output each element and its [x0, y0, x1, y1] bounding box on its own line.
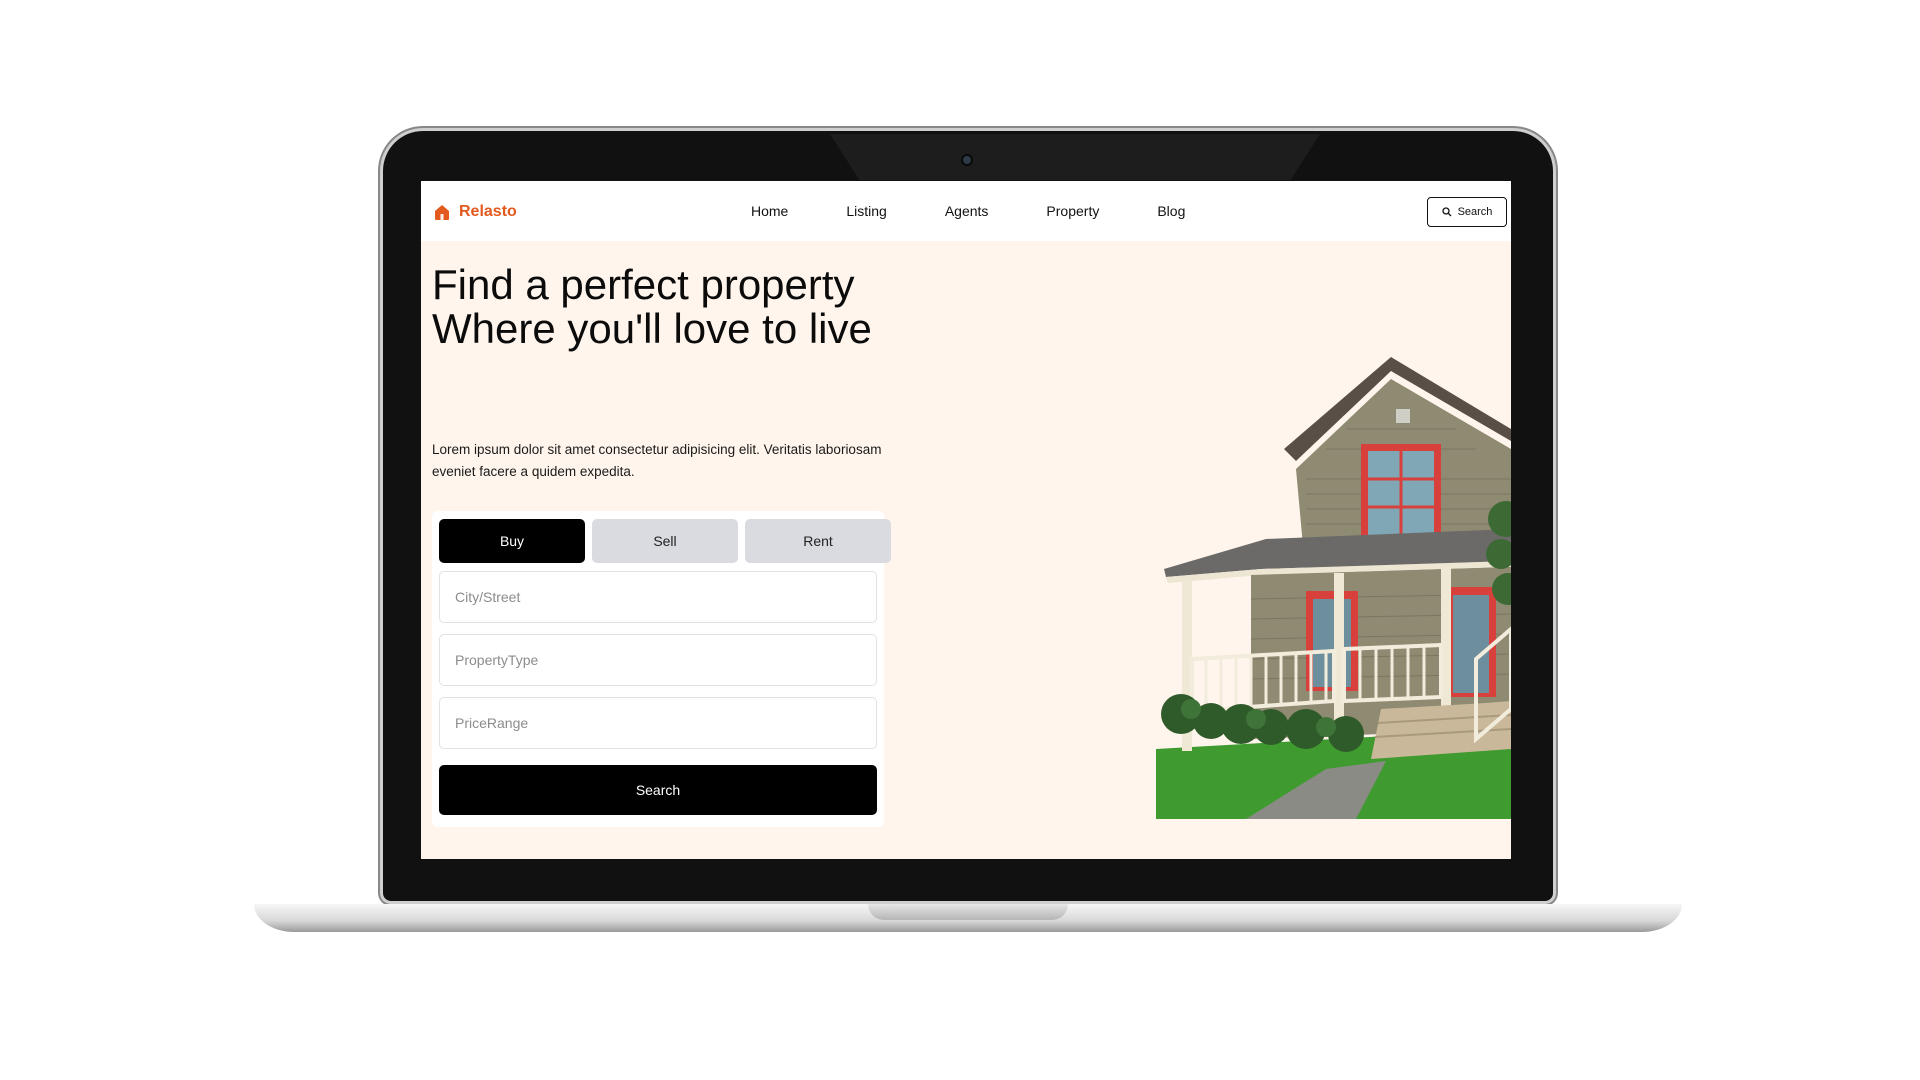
house-image	[1156, 357, 1511, 819]
nav-item-home[interactable]: Home	[751, 203, 788, 219]
tab-buy[interactable]: Buy	[439, 519, 585, 563]
search-icon	[1441, 207, 1452, 217]
search-submit-button[interactable]: Search	[439, 765, 877, 815]
property-type-input[interactable]	[439, 634, 877, 686]
website-screen: Relasto Home Listing Agents Property Blo…	[421, 181, 1511, 859]
navbar: Relasto Home Listing Agents Property Blo…	[421, 181, 1511, 241]
nav-links: Home Listing Agents Property Blog	[751, 203, 1185, 219]
nav-item-property[interactable]: Property	[1046, 203, 1099, 219]
nav-item-agents[interactable]: Agents	[945, 203, 989, 219]
nav-item-blog[interactable]: Blog	[1157, 203, 1185, 219]
camera-icon	[963, 156, 971, 164]
header-search-label: Search	[1457, 206, 1493, 218]
laptop-mockup: Relasto Home Listing Agents Property Blo…	[0, 0, 1920, 1080]
price-range-input[interactable]	[439, 697, 877, 749]
hero-title-line-1: Find a perfect property	[432, 261, 855, 308]
house-icon	[435, 205, 449, 220]
hero-title: Find a perfect property Where you'll lov…	[432, 263, 872, 351]
laptop-notch	[830, 134, 1320, 180]
header-search-button[interactable]: Search	[1427, 197, 1507, 227]
brand-logo[interactable]: Relasto	[433, 203, 517, 221]
hero-title-line-2: Where you'll love to live	[432, 305, 872, 352]
laptop-hinge	[868, 904, 1068, 920]
hero-description: Lorem ipsum dolor sit amet consectetur a…	[432, 442, 882, 479]
city-street-input[interactable]	[439, 571, 877, 623]
tab-sell[interactable]: Sell	[592, 519, 738, 563]
nav-item-listing[interactable]: Listing	[846, 203, 886, 219]
property-search-form: Buy Sell Rent Search	[432, 511, 891, 827]
tab-rent[interactable]: Rent	[745, 519, 891, 563]
brand-name: Relasto	[459, 203, 517, 220]
